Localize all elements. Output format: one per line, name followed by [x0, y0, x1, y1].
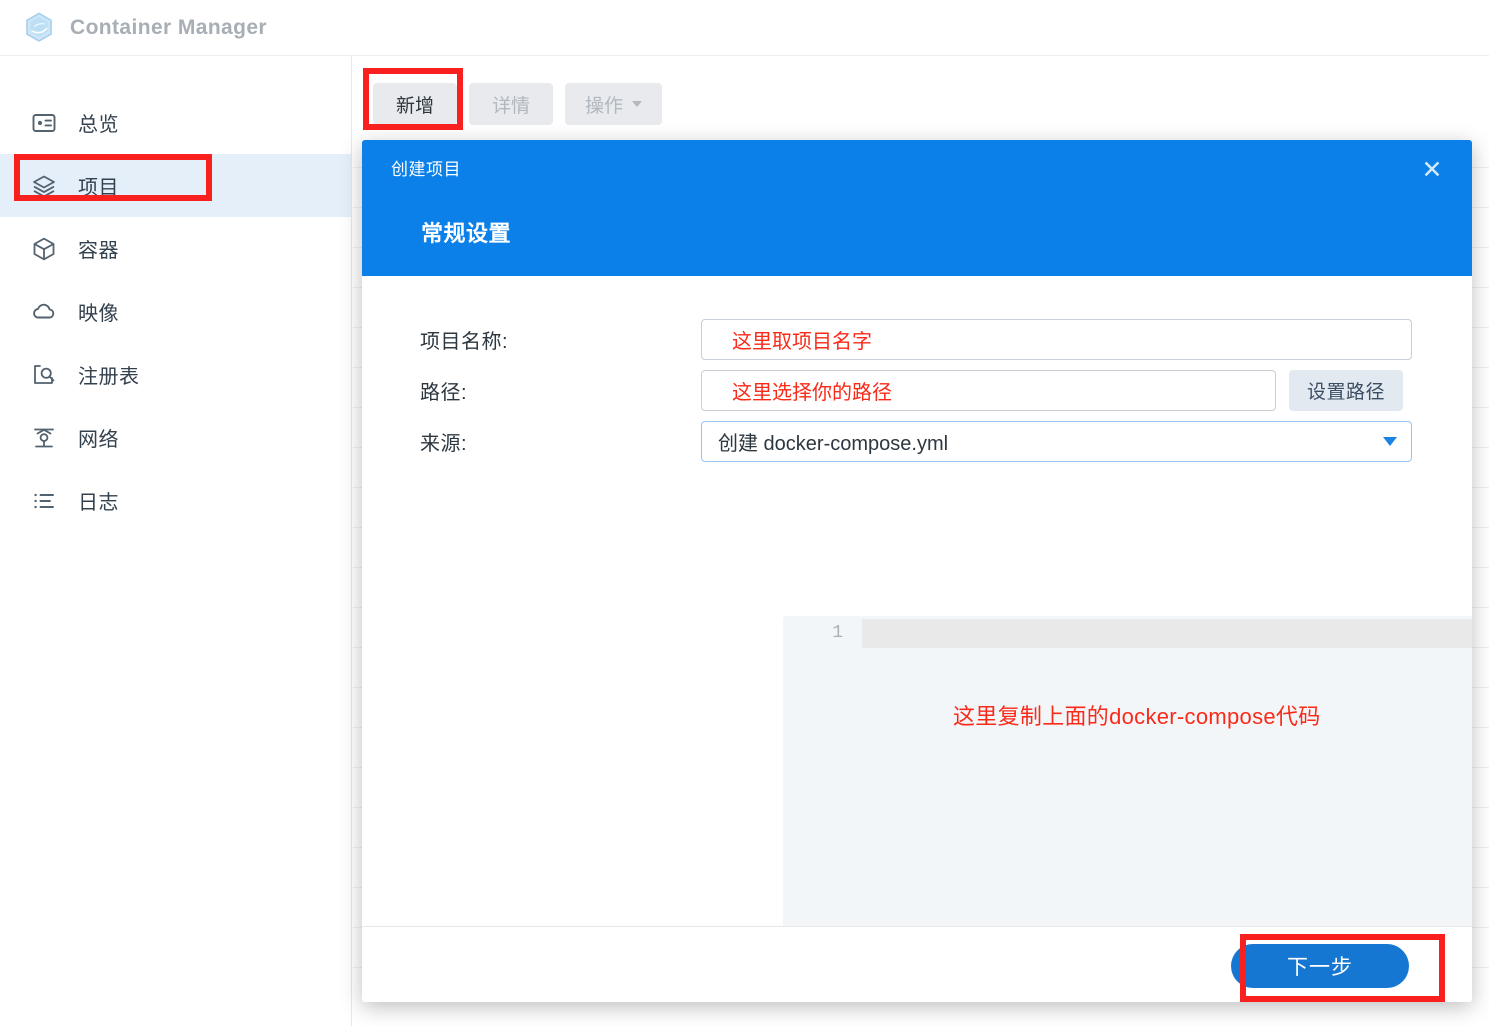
- new-button[interactable]: 新增: [373, 83, 457, 125]
- sidebar-item-label: 总览: [78, 114, 119, 136]
- form-row-project-name: 项目名称: 这里取项目名字: [362, 314, 1472, 365]
- sidebar-item-label: 日志: [78, 492, 119, 514]
- path-input[interactable]: 这里选择你的路径: [701, 370, 1276, 411]
- sidebar-item-label: 映像: [78, 303, 119, 325]
- editor-annotation-text: 这里复制上面的docker-compose代码: [953, 704, 1321, 729]
- editor-active-line: [862, 619, 1472, 648]
- app-header: Container Manager: [0, 0, 1489, 56]
- sidebar-item-label: 容器: [78, 240, 119, 262]
- chevron-down-icon: [1383, 437, 1397, 446]
- dialog-subtitle: 常规设置: [421, 221, 512, 246]
- next-button[interactable]: 下一步: [1231, 944, 1409, 988]
- cloud-icon: [30, 298, 58, 326]
- dialog-footer: 下一步: [362, 926, 1472, 1002]
- sidebar-item-registry[interactable]: 注册表: [0, 343, 351, 406]
- sidebar-item-network[interactable]: 网络: [0, 406, 351, 469]
- sidebar-item-label: 项目: [78, 177, 119, 199]
- sidebar-item-container[interactable]: 容器: [0, 217, 351, 280]
- layers-icon: [30, 172, 58, 200]
- sidebar-item-image[interactable]: 映像: [0, 280, 351, 343]
- sidebar-item-overview[interactable]: 总览: [0, 91, 351, 154]
- form-row-path: 路径: 这里选择你的路径 设置路径: [362, 365, 1472, 416]
- project-name-label: 项目名称:: [420, 331, 509, 353]
- close-icon[interactable]: ✕: [1414, 152, 1450, 188]
- dialog-header: 创建项目 常规设置 ✕: [362, 140, 1472, 276]
- details-button[interactable]: 详情: [469, 83, 553, 125]
- cube-icon: [30, 235, 58, 263]
- sidebar-item-log[interactable]: 日志: [0, 469, 351, 532]
- container-manager-app: Container Manager 总览 项目 容器 映像 注册表 网络 日志 …: [0, 0, 1489, 1026]
- set-path-button[interactable]: 设置路径: [1289, 370, 1404, 411]
- actions-button-label: 操作: [585, 95, 624, 117]
- source-select-value: 创建 docker-compose.yml: [718, 433, 949, 455]
- form-row-source: 来源: 创建 docker-compose.yml: [362, 416, 1472, 467]
- create-project-dialog: 创建项目 常规设置 ✕ 项目名称: 这里取项目名字 路径: 这里选择你的路径 设…: [362, 140, 1472, 1002]
- editor-line-number: 1: [832, 623, 843, 643]
- sidebar-item-label: 注册表: [78, 366, 140, 388]
- project-name-input[interactable]: 这里取项目名字: [701, 319, 1412, 360]
- list-icon: [30, 487, 58, 515]
- sidebar-item-project[interactable]: 项目: [0, 154, 351, 217]
- source-label: 来源:: [420, 433, 468, 455]
- source-select[interactable]: 创建 docker-compose.yml: [701, 421, 1412, 462]
- sidebar-item-label: 网络: [78, 429, 119, 451]
- path-label: 路径:: [420, 382, 468, 404]
- dialog-body: 项目名称: 这里取项目名字 路径: 这里选择你的路径 设置路径 来源: 创建 d…: [362, 276, 1472, 1002]
- registry-search-icon: [30, 361, 58, 389]
- path-placeholder: 这里选择你的路径: [732, 382, 892, 404]
- sidebar: 总览 项目 容器 映像 注册表 网络 日志: [0, 56, 352, 1026]
- toolbar: 新增 详情 操作: [373, 83, 663, 125]
- network-icon: [30, 424, 58, 452]
- dialog-title: 创建项目: [391, 160, 461, 179]
- project-name-placeholder: 这里取项目名字: [732, 331, 872, 353]
- container-manager-hexagon-logo: [26, 11, 52, 42]
- dashboard-icon: [30, 109, 58, 137]
- app-title: Container Manager: [70, 15, 267, 39]
- chevron-down-icon: [632, 101, 643, 107]
- actions-button[interactable]: 操作: [565, 83, 663, 125]
